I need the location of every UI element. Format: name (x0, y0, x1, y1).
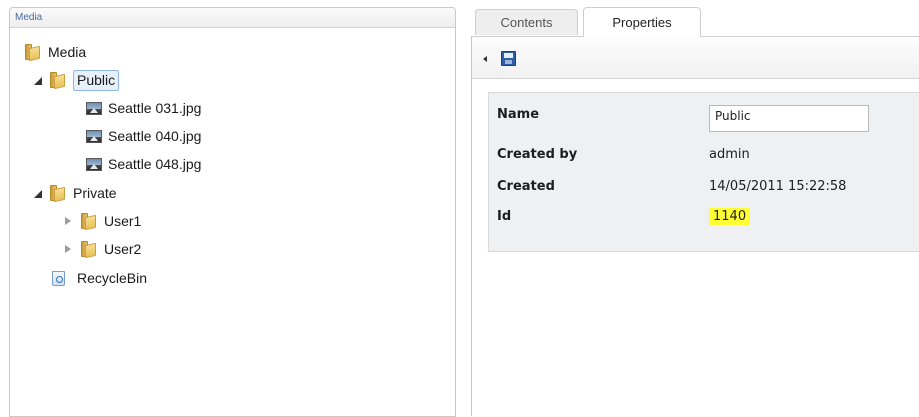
tree-node-recycle-bin[interactable]: RecycleBin (52, 267, 147, 289)
expand-toggle-icon[interactable] (31, 74, 43, 86)
media-panel: Media Media Public Seattle 031.jpg Seatt… (9, 7, 456, 417)
folder-icon (80, 213, 96, 231)
id-label: Id (497, 209, 512, 224)
tree-node-label: Seattle 040.jpg (108, 128, 202, 144)
image-file-icon (86, 129, 102, 143)
toolbar (472, 36, 919, 79)
tree-node-user2[interactable]: User2 (62, 238, 141, 260)
tree-node-file[interactable]: Seattle 040.jpg (86, 125, 201, 147)
created-by-value: admin (709, 147, 750, 162)
save-icon[interactable] (501, 51, 516, 66)
tree-node-label: Private (73, 185, 117, 201)
image-file-icon (86, 101, 102, 115)
tree-node-label: RecycleBin (77, 270, 148, 286)
media-tree: Media Public Seattle 031.jpg Seattle 040… (10, 8, 455, 416)
expand-toggle-icon[interactable] (62, 243, 74, 255)
created-by-label: Created by (497, 147, 578, 162)
folder-icon (24, 44, 40, 62)
name-label: Name (497, 107, 540, 122)
tree-node-label: Seattle 048.jpg (108, 156, 202, 172)
tree-node-label: Seattle 031.jpg (108, 100, 202, 116)
expand-toggle-icon[interactable] (62, 215, 74, 227)
tree-node-private[interactable]: Private (31, 182, 117, 204)
folder-icon (49, 185, 65, 203)
expand-toggle-icon[interactable] (31, 187, 43, 199)
folder-icon (49, 72, 65, 90)
name-field[interactable]: Public (709, 105, 869, 132)
tree-node-label: Media (48, 44, 87, 60)
properties-form: Name Public Created by admin Created 14/… (488, 92, 919, 252)
properties-panel: Name Public Created by admin Created 14/… (471, 36, 919, 416)
tree-node-public[interactable]: Public (31, 69, 120, 91)
tree-node-file[interactable]: Seattle 031.jpg (86, 97, 201, 119)
collapse-arrow-icon[interactable] (483, 56, 487, 62)
tree-node-label: User2 (104, 241, 142, 257)
created-label: Created (497, 179, 555, 194)
tree-node-file[interactable]: Seattle 048.jpg (86, 153, 201, 175)
id-value: 1140 (709, 208, 751, 225)
tree-node-user1[interactable]: User1 (62, 210, 141, 232)
created-value: 14/05/2011 15:22:58 (709, 179, 847, 194)
tab-contents[interactable]: Contents (475, 9, 578, 35)
tree-node-media[interactable]: Media (24, 41, 86, 63)
tree-node-label: Public (73, 69, 120, 91)
tree-node-label: User1 (104, 213, 142, 229)
image-file-icon (86, 157, 102, 171)
tab-properties[interactable]: Properties (583, 7, 701, 37)
recycle-bin-icon (52, 270, 65, 286)
folder-icon (80, 241, 96, 259)
